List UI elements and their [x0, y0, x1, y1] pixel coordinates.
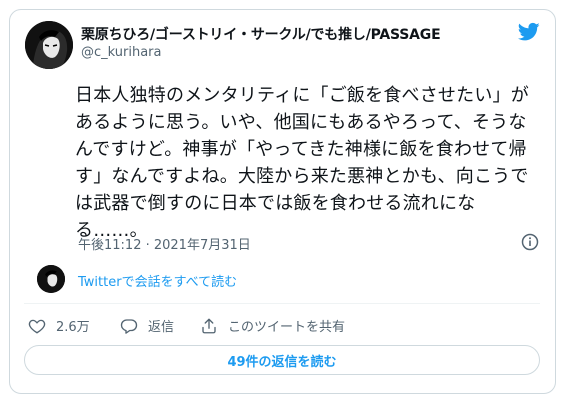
tweet-text: 日本人独特のメンタリティに「ご飯を食べさせたい」があるように思う。いや、他国にも…	[75, 85, 529, 241]
like-button[interactable]: 2.6万	[28, 316, 90, 335]
read-replies-button[interactable]: 49件の返信を読む	[24, 345, 540, 375]
author-handle[interactable]: @c_kurihara	[81, 45, 162, 60]
reply-icon	[120, 318, 138, 334]
read-conversation-link[interactable]: Twitterで会話をすべて読む	[78, 271, 237, 290]
share-button[interactable]: このツイートを共有	[200, 316, 345, 335]
divider	[24, 303, 540, 304]
info-icon[interactable]	[521, 233, 539, 251]
share-icon	[202, 318, 216, 333]
heart-icon	[28, 319, 46, 334]
twitter-bird-icon[interactable]	[518, 22, 540, 42]
author-avatar[interactable]	[25, 21, 73, 69]
reply-button[interactable]: 返信	[120, 316, 174, 335]
tweet-timestamp[interactable]: 午後11:12 · 2021年7月31日	[78, 234, 251, 253]
like-count: 2.6万	[56, 320, 90, 335]
conversation-avatar[interactable]	[37, 265, 65, 293]
reply-label: 返信	[148, 320, 175, 335]
author-display-name[interactable]: 栗原ちひろ/ゴーストリイ・サークル/でも推し/PASSAGE	[81, 24, 441, 44]
share-label: このツイートを共有	[228, 320, 346, 335]
